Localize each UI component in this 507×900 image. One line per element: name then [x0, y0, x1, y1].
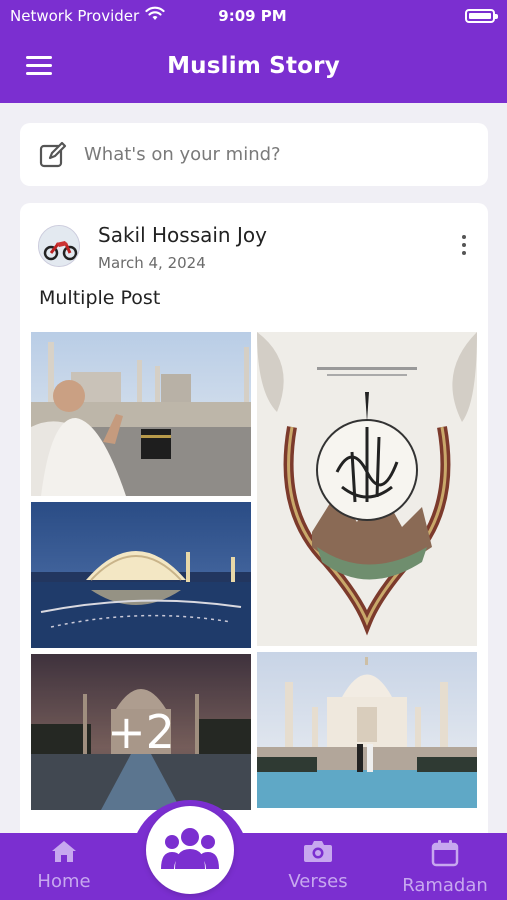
wifi-icon [145, 6, 165, 26]
more-photos-count: +2 [31, 654, 251, 810]
status-bar: Network Provider 9:09 PM [10, 6, 498, 26]
battery-icon [465, 9, 498, 23]
hamburger-menu-icon[interactable] [26, 56, 52, 76]
edit-icon [38, 140, 68, 170]
calendar-icon [431, 839, 459, 871]
composer-placeholder: What's on your mind? [84, 144, 281, 165]
post-composer[interactable]: What's on your mind? [20, 123, 488, 186]
carrier-name: Network Provider [10, 7, 140, 25]
post-card: Sakil Hossain Joy March 4, 2024 Multiple… [20, 203, 488, 843]
post-author[interactable]: Sakil Hossain Joy [98, 223, 267, 247]
bottom-navigation: Home Verses Ramadan [0, 833, 507, 900]
nav-ramadan[interactable]: Ramadan [393, 833, 497, 900]
nav-verses[interactable]: Verses [282, 833, 354, 900]
post-text: Multiple Post [39, 287, 161, 309]
clock: 9:09 PM [218, 7, 287, 25]
home-icon [51, 839, 77, 867]
camera-icon [303, 839, 333, 867]
post-photo[interactable] [31, 332, 251, 496]
avatar[interactable] [38, 225, 80, 267]
more-photos-tile[interactable]: +2 [31, 654, 251, 810]
more-options-icon[interactable] [458, 235, 470, 259]
post-photo[interactable] [257, 332, 477, 646]
post-date: March 4, 2024 [98, 254, 206, 272]
nav-home-label: Home [37, 871, 91, 892]
nav-ramadan-label: Ramadan [402, 875, 488, 896]
nav-home[interactable]: Home [30, 833, 98, 900]
app-title: Muslim Story [167, 53, 340, 79]
top-bar: Network Provider 9:09 PM Muslim Story [0, 0, 507, 103]
community-icon [161, 825, 219, 875]
app-bar: Muslim Story [0, 40, 507, 92]
post-photo[interactable] [257, 652, 477, 808]
community-button[interactable] [146, 806, 234, 894]
post-photo[interactable] [31, 502, 251, 648]
nav-verses-label: Verses [288, 871, 348, 892]
